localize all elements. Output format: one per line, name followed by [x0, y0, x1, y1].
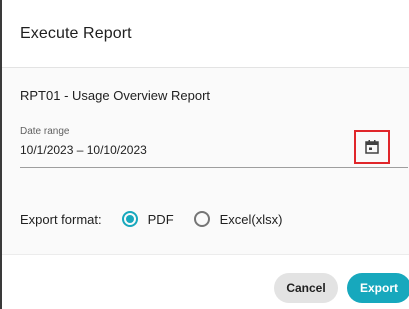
radio-pdf-label: PDF	[147, 211, 174, 227]
export-format-row: Export format: PDF Excel(xlsx)	[20, 209, 302, 229]
date-picker-button[interactable]	[354, 130, 390, 164]
report-name: RPT01 - Usage Overview Report	[20, 88, 211, 103]
dialog-header: Execute Report	[2, 0, 409, 68]
date-range-label: Date range	[20, 126, 70, 137]
date-range-value[interactable]: 10/1/2023 – 10/10/2023	[20, 143, 147, 157]
cancel-button[interactable]: Cancel	[274, 273, 338, 303]
dialog-footer: Cancel Export	[2, 254, 409, 309]
export-button[interactable]: Export	[347, 273, 409, 303]
radio-option-excel[interactable]: Excel(xlsx)	[193, 211, 283, 227]
date-range-field[interactable]: Date range 10/1/2023 – 10/10/2023	[20, 126, 408, 168]
calendar-icon	[365, 140, 379, 154]
export-format-label: Export format:	[20, 211, 102, 227]
execute-report-dialog: Execute Report RPT01 - Usage Overview Re…	[0, 0, 409, 309]
radio-excel-label: Excel(xlsx)	[219, 211, 283, 227]
radio-excel[interactable]	[193, 211, 210, 227]
radio-pdf[interactable]	[121, 211, 138, 227]
dialog-body: RPT01 - Usage Overview Report Date range…	[2, 68, 409, 254]
dialog-title: Execute Report	[20, 25, 132, 42]
radio-option-pdf[interactable]: PDF	[121, 211, 174, 227]
